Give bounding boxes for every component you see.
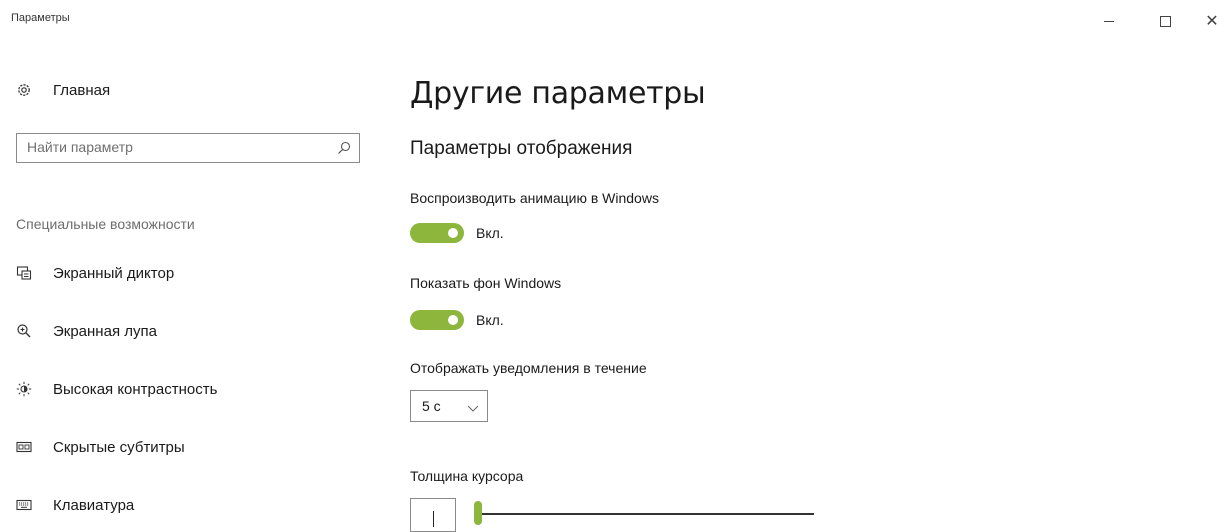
background-toggle[interactable] <box>410 310 464 330</box>
close-button[interactable]: ✕ <box>1196 8 1228 34</box>
sidebar-item-label: Высокая контрастность <box>53 380 218 398</box>
sidebar-item-label: Главная <box>53 81 111 99</box>
notification-duration-dropdown[interactable]: 5 с <box>410 390 488 422</box>
search-box[interactable] <box>16 133 360 163</box>
toggle-knob <box>448 315 458 325</box>
sidebar: Главная Специальные возможности Экранный… <box>0 40 390 526</box>
sidebar-item-label: Экранная лупа <box>53 322 157 340</box>
notifications-label: Отображать уведомления в течение <box>410 360 647 376</box>
animations-toggle-row[interactable]: Вкл. <box>410 222 504 244</box>
sidebar-item-keyboard[interactable]: Клавиатура <box>16 491 134 519</box>
search-icon <box>337 141 351 155</box>
animations-label: Воспроизводить анимацию в Windows <box>410 190 659 206</box>
close-icon: ✕ <box>1205 11 1219 30</box>
cursor-thickness-slider[interactable] <box>474 498 814 526</box>
background-toggle-state: Вкл. <box>476 312 504 328</box>
keyboard-icon <box>16 497 32 513</box>
sidebar-item-label: Скрытые субтитры <box>53 438 185 456</box>
sidebar-item-contrast[interactable]: Высокая контрастность <box>16 375 217 403</box>
main-content: Другие параметры Параметры отображения В… <box>410 40 1210 532</box>
sidebar-item-label: Экранный диктор <box>53 264 175 282</box>
maximize-icon <box>1159 15 1171 27</box>
window-title: Параметры <box>11 12 70 24</box>
toggle-knob <box>448 228 458 238</box>
chevron-down-icon <box>467 400 479 412</box>
dropdown-value: 5 с <box>422 398 441 414</box>
sidebar-item-home[interactable]: Главная <box>16 76 110 104</box>
section-label: Специальные возможности <box>16 216 195 232</box>
magnifier-icon <box>16 323 32 339</box>
minimize-button[interactable] <box>1093 8 1125 34</box>
sidebar-item-narrator[interactable]: Экранный диктор <box>16 259 174 287</box>
search-input[interactable] <box>17 134 327 160</box>
animations-toggle[interactable] <box>410 223 464 243</box>
background-toggle-row[interactable]: Вкл. <box>410 309 504 331</box>
animations-toggle-state: Вкл. <box>476 225 504 241</box>
background-label: Показать фон Windows <box>410 275 562 291</box>
cursor-thickness-label: Толщина курсора <box>410 468 524 484</box>
minimize-icon <box>1104 20 1114 22</box>
narrator-icon <box>16 265 32 281</box>
sidebar-item-magnifier[interactable]: Экранная лупа <box>16 317 157 345</box>
page-title: Другие параметры <box>410 76 706 111</box>
text-cursor-icon <box>432 511 434 527</box>
gear-icon <box>16 82 32 98</box>
section-title: Параметры отображения <box>410 138 633 159</box>
captions-icon <box>16 439 32 455</box>
title-bar: Параметры ✕ <box>0 0 1232 40</box>
slider-thumb[interactable] <box>474 501 482 525</box>
sidebar-item-label: Клавиатура <box>53 496 135 514</box>
cursor-preview <box>410 498 456 532</box>
contrast-icon <box>16 381 32 397</box>
maximize-button[interactable] <box>1149 8 1181 34</box>
slider-track <box>474 513 814 515</box>
sidebar-item-captions[interactable]: Скрытые субтитры <box>16 433 185 461</box>
